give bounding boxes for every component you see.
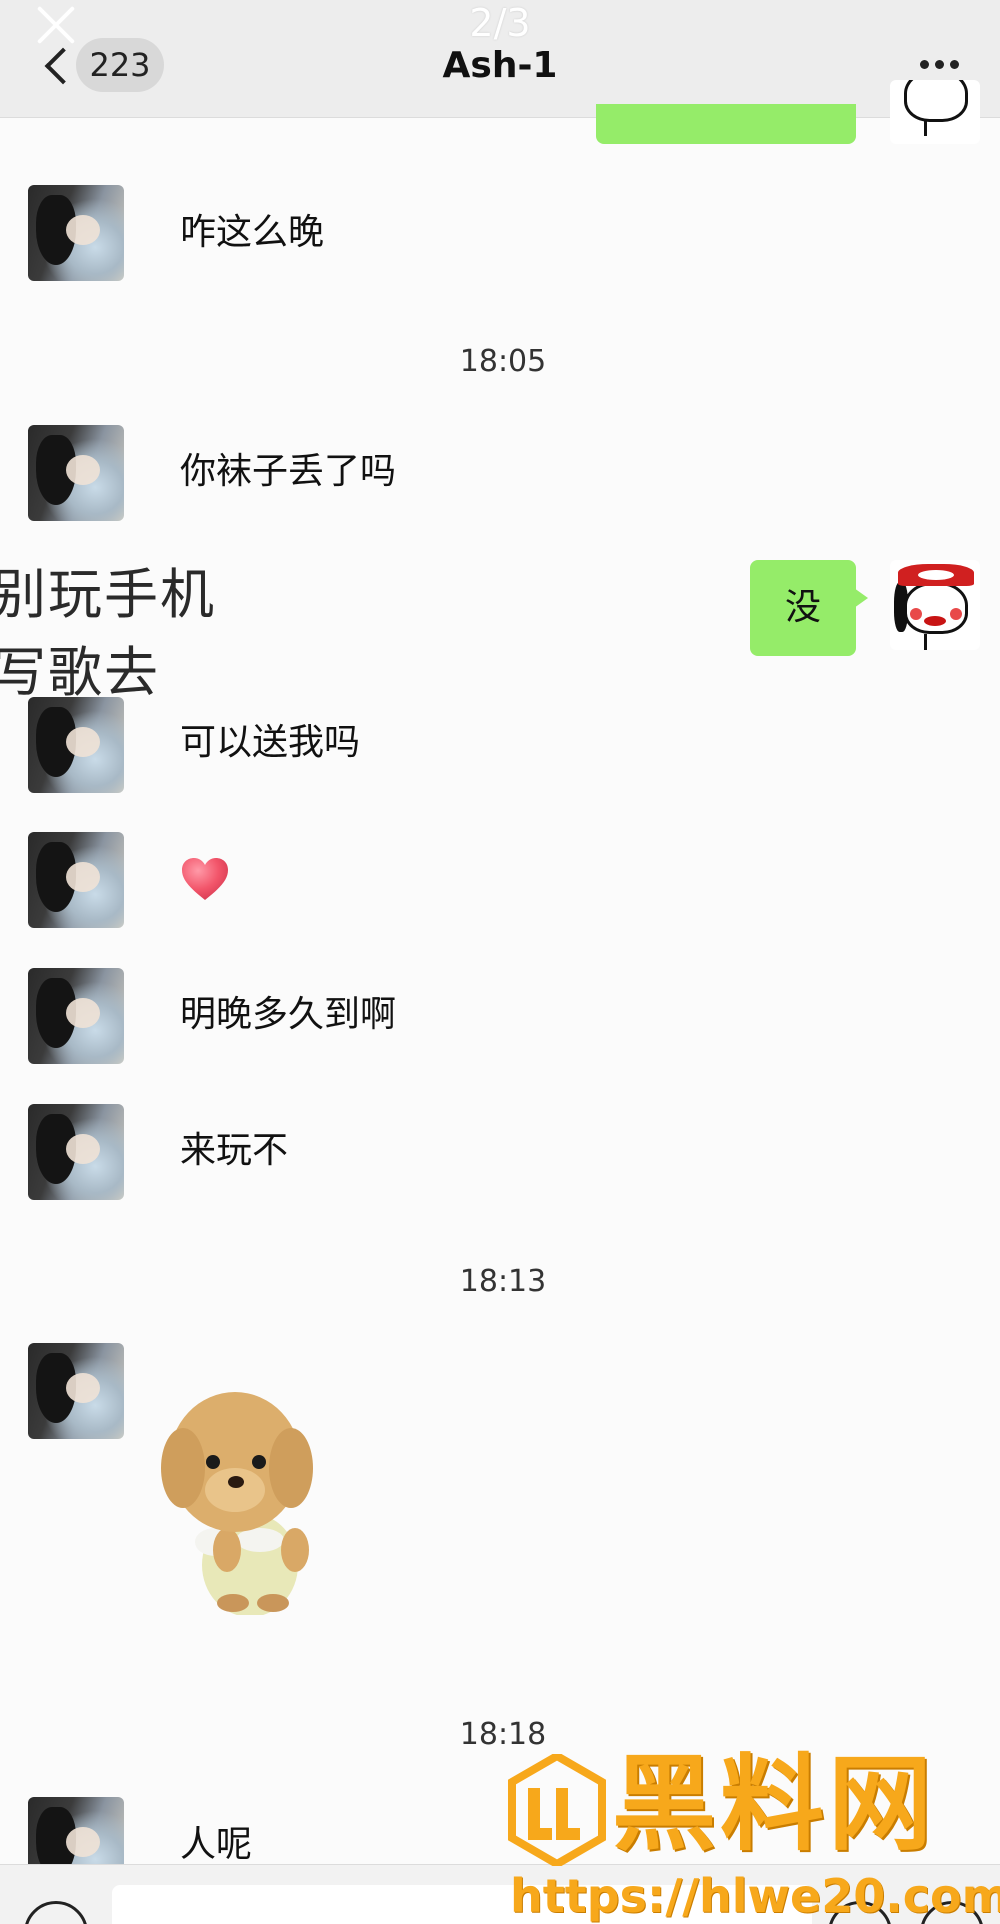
- more-options-icon[interactable]: [920, 55, 964, 75]
- watermark-url: https://hlwe20.com: [510, 1869, 1000, 1923]
- my-message-bubble[interactable]: 没: [750, 560, 868, 656]
- watermark-logo: [508, 1751, 606, 1869]
- image-page-indicator: 2/3: [469, 1, 531, 45]
- my-message-bubble-partial[interactable]: [596, 104, 856, 144]
- plush-dog-sticker[interactable]: [155, 1370, 325, 1617]
- contact-avatar[interactable]: [28, 968, 124, 1064]
- voice-input-icon[interactable]: [24, 1901, 88, 1924]
- contact-avatar[interactable]: [28, 697, 124, 793]
- contact-avatar[interactable]: [28, 832, 124, 928]
- contact-message-text[interactable]: 人呢: [180, 1820, 252, 1870]
- my-avatar[interactable]: [890, 80, 980, 144]
- contact-avatar[interactable]: [28, 185, 124, 281]
- contact-avatar[interactable]: [28, 1104, 124, 1200]
- my-message-text: 没: [784, 587, 821, 628]
- close-viewer-icon[interactable]: [34, 2, 78, 46]
- timestamp: 18:05: [459, 344, 547, 379]
- timestamp: 18:18: [459, 1717, 547, 1752]
- timestamp: 18:13: [459, 1264, 547, 1299]
- my-avatar[interactable]: [890, 560, 980, 650]
- heart-emoji-icon[interactable]: [180, 856, 230, 902]
- contact-avatar[interactable]: [28, 1343, 124, 1439]
- contact-message-text[interactable]: 来玩不: [180, 1126, 288, 1176]
- chat-title: Ash-1: [442, 45, 558, 86]
- back-arrow-icon[interactable]: [42, 48, 68, 84]
- contact-message-text[interactable]: 明晚多久到啊: [180, 990, 396, 1040]
- contact-avatar[interactable]: [28, 425, 124, 521]
- watermark-title: 黑料网: [612, 1743, 937, 1865]
- contact-message-text[interactable]: 你袜子丢了吗: [180, 447, 396, 497]
- contact-message-text[interactable]: 咋这么晚: [180, 208, 324, 258]
- contact-message-text[interactable]: 可以送我吗: [180, 718, 360, 768]
- unread-count-badge[interactable]: 223: [76, 38, 164, 92]
- overlay-caption-line-1: 别玩手机: [0, 563, 216, 626]
